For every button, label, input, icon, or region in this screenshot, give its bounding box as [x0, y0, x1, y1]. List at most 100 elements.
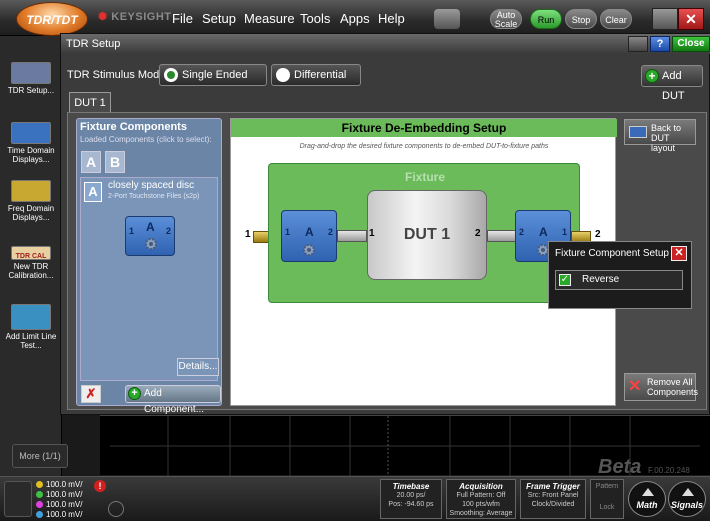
reverse-checkbox-row[interactable]: ✓ Reverse	[555, 270, 683, 290]
window-controls: ✕	[652, 8, 704, 30]
timebase-title: Timebase	[392, 482, 430, 491]
menu-measure[interactable]: Measure	[244, 11, 295, 26]
camera-icon[interactable]	[434, 9, 460, 29]
block-label: A	[305, 225, 314, 239]
gear-icon	[145, 238, 157, 250]
tdr-tdt-app-button[interactable]: TDR/TDT	[16, 2, 88, 36]
delete-component-button[interactable]: ✗	[81, 385, 101, 403]
menu-setup[interactable]: Setup	[202, 11, 236, 26]
menu-tools[interactable]: Tools	[300, 11, 330, 26]
dialog-close-button[interactable]: Close	[672, 36, 710, 52]
stop-button[interactable]: Stop	[565, 9, 597, 29]
menu-help[interactable]: Help	[378, 11, 405, 26]
acquisition-pattern: Full Pattern: Off	[456, 492, 506, 499]
popup-close-button[interactable]: ✕	[671, 246, 687, 261]
channel-scroll[interactable]	[4, 481, 32, 517]
port-label: 2	[165, 226, 171, 236]
dut-box[interactable]: DUT 1	[367, 190, 487, 280]
sidebar-item-freq-domain[interactable]: Freq Domain Displays...	[2, 180, 60, 222]
dialog-minimize-button[interactable]	[628, 36, 648, 52]
add-component-button[interactable]: + Add Component...	[125, 385, 221, 415]
fixture-component-setup-popup: Fixture Component Setup ✕ ✓ Reverse	[548, 241, 692, 309]
component-badge: A	[84, 182, 102, 202]
sidebar-item-time-domain[interactable]: Time Domain Displays...	[2, 122, 60, 164]
more-button[interactable]: More (1/1)	[12, 444, 68, 468]
help-button[interactable]: ?	[650, 36, 670, 52]
deembedding-hint: Drag-and-drop the desired fixture compon…	[299, 143, 549, 150]
fixture-components-title: Fixture Components	[80, 121, 187, 133]
trigger-mode: Clock/Divided	[531, 501, 575, 508]
plus-icon: +	[128, 387, 141, 400]
auto-scale-button[interactable]: Auto Scale	[490, 9, 522, 29]
sidebar-item-label: Add Limit Line Test...	[5, 332, 57, 350]
warning-icon[interactable]: !	[94, 480, 106, 492]
close-window-button[interactable]: ✕	[678, 8, 704, 30]
outer-port-right: 2	[595, 229, 601, 240]
menu-apps[interactable]: Apps	[340, 11, 370, 26]
acquisition-title: Acquisition	[459, 482, 503, 491]
checkbox-checked-icon[interactable]: ✓	[559, 274, 571, 286]
component-type: 2-Port Touchstone Files (s2p)	[108, 193, 200, 200]
back-to-dut-layout-button[interactable]: Back to DUT layout	[624, 119, 696, 153]
acquisition-points: 100 pts/wfm	[462, 501, 500, 508]
back-label: Back to DUT layout	[651, 123, 682, 153]
acquisition-panel[interactable]: Acquisition Full Pattern: Off 100 pts/wf…	[446, 479, 516, 519]
sidebar-item-label: Freq Domain Displays...	[7, 204, 55, 222]
dialog-title: TDR Setup	[61, 34, 710, 54]
add-dut-button[interactable]: + Add DUT	[641, 65, 703, 102]
clear-button[interactable]: Clear	[600, 9, 632, 29]
single-ended-radio[interactable]: Single Ended	[159, 64, 267, 86]
details-button[interactable]: Details...	[177, 358, 219, 376]
fixture-box[interactable]: Fixture 1 A 2 DUT 1 1 2 2 A 1	[268, 163, 580, 303]
add-dut-label: Add DUT	[662, 70, 685, 102]
component-slot-a[interactable]: A	[81, 151, 101, 173]
timebase-panel[interactable]: Timebase 20.00 ps/ Pos: -94.60 ps	[380, 479, 442, 519]
port-label: 1	[561, 227, 567, 237]
block-label: A	[539, 225, 548, 239]
sidebar-item-tdr-setup[interactable]: TDR Setup...	[2, 62, 60, 95]
fixture-components-panel: Fixture Components Loaded Components (cl…	[76, 118, 222, 415]
outer-port-left: 1	[245, 229, 251, 240]
tdr-cal-icon: TDR CAL	[11, 246, 51, 260]
radio-label: Single Ended	[182, 69, 248, 81]
settings-icon[interactable]	[108, 501, 124, 517]
connector	[487, 230, 517, 242]
pattern-lock-panel[interactable]: Pattern Lock	[590, 479, 624, 519]
tdr-setup-dialog: TDR Setup ? Close TDR Stimulus Mode: Sin…	[60, 33, 710, 415]
fixture-label: Fixture	[404, 170, 445, 184]
keysight-logo: ✺ KEYSIGHT	[98, 11, 172, 23]
channel-3-scale[interactable]: 100.0 mV/	[36, 500, 82, 509]
dut-port-left: 1	[369, 228, 375, 239]
left-fixture-component[interactable]: 1 A 2	[281, 210, 337, 262]
math-button[interactable]: Math	[628, 481, 666, 517]
channel-1-scale[interactable]: 100.0 mV/	[36, 480, 82, 489]
freq-domain-icon	[11, 180, 51, 202]
connector	[337, 230, 367, 242]
reverse-label: Reverse	[582, 274, 620, 285]
deembedding-title: Fixture De-Embedding Setup	[231, 119, 617, 137]
port-label: 1	[129, 226, 135, 236]
sidebar-item-tdr-calibration[interactable]: TDR CAL New TDR Calibration...	[2, 246, 60, 280]
gear-icon	[303, 244, 315, 256]
popup-title: Fixture Component Setup	[555, 248, 669, 259]
component-block[interactable]: 1 A 2	[125, 216, 175, 256]
sidebar-item-limit-line[interactable]: Add Limit Line Test...	[2, 304, 60, 350]
acquisition-smoothing: Smoothing: Average	[449, 510, 513, 517]
port-label: 2	[519, 227, 525, 237]
stimulus-mode-label: TDR Stimulus Mode:	[67, 69, 169, 81]
component-slot-b[interactable]: B	[105, 151, 125, 173]
menu-file[interactable]: File	[172, 11, 193, 26]
radio-unselected-icon	[276, 68, 290, 82]
frame-trigger-panel[interactable]: Frame Trigger Src: Front Panel Clock/Div…	[520, 479, 586, 519]
signals-button[interactable]: Signals	[668, 481, 706, 517]
channel-4-scale[interactable]: 100.0 mV/	[36, 510, 82, 519]
differential-radio[interactable]: Differential	[271, 64, 361, 86]
remove-all-components-button[interactable]: ✕ Remove All Components	[624, 373, 698, 401]
tab-dut-1[interactable]: DUT 1	[69, 92, 111, 112]
minimize-button[interactable]	[652, 8, 678, 30]
channel-2-scale[interactable]: 100.0 mV/	[36, 490, 82, 499]
dut-port-right: 2	[475, 228, 481, 239]
lock-label: Lock	[599, 504, 615, 511]
run-button[interactable]: Run	[530, 9, 562, 29]
port-label: 2	[327, 227, 333, 237]
